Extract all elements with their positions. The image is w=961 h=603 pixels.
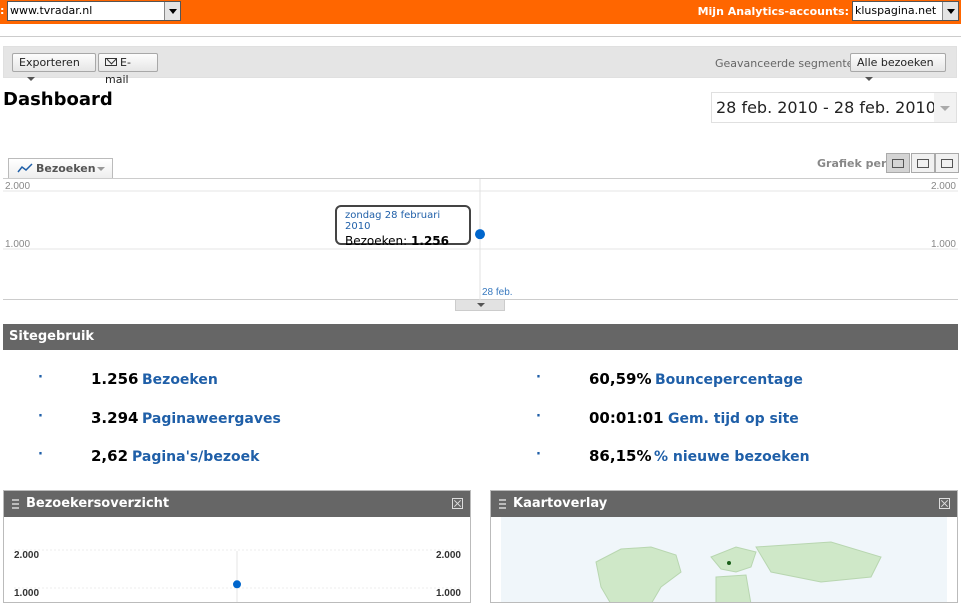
- segments-dropdown[interactable]: Alle bezoeken: [850, 53, 946, 81]
- world-map[interactable]: [501, 517, 947, 602]
- overview-mini-chart: 2.000 2.000 1.000 1.000: [14, 549, 462, 602]
- x-tick-label: 28 feb.: [482, 287, 513, 298]
- visits-chart: 2.000 2.000 1.000 1.000 28 feb.: [3, 178, 958, 301]
- widget-map-overlay: Kaartoverlay: [490, 490, 958, 603]
- metric-selector-tab[interactable]: Bezoeken: [8, 158, 113, 178]
- site-select[interactable]: www.tvradar.nl: [7, 1, 181, 21]
- europe-shape: [710, 546, 757, 573]
- graph-by-month-button[interactable]: [935, 153, 959, 173]
- y-tick-right: 2.000: [931, 181, 956, 192]
- stat-bullet: ·: [536, 447, 541, 462]
- map-marker: [727, 561, 731, 565]
- widget-title: Bezoekersoverzicht: [26, 496, 170, 511]
- north-america-shape: [595, 546, 682, 602]
- calendar-day-icon: [892, 159, 904, 168]
- visits-chart-svg: 2.000 2.000 1.000 1.000 28 feb.: [3, 179, 958, 301]
- y-tick-left: 2.000: [5, 181, 30, 192]
- y-tick-left: 1.000: [14, 588, 39, 599]
- stat-value: 3.294: [91, 409, 139, 427]
- widget-header[interactable]: Bezoekersoverzicht: [4, 491, 470, 517]
- account-select[interactable]: kluspagina.net: [852, 1, 959, 21]
- chevron-down-icon[interactable]: [934, 93, 956, 122]
- line-chart-icon: [17, 163, 33, 173]
- widget-title: Kaartoverlay: [513, 496, 608, 511]
- tooltip-date: zondag 28 februari 2010: [345, 210, 441, 232]
- site-select-value: www.tvradar.nl: [10, 4, 93, 17]
- stat-value: 86,15%: [589, 447, 652, 465]
- widget-visitor-overview: Bezoekersoverzicht 2.000 2.000 1.000 1.000: [3, 490, 471, 603]
- chevron-down-icon[interactable]: [164, 2, 180, 20]
- stat-bullet: ·: [536, 370, 541, 385]
- stat-label-link[interactable]: Bezoeken: [142, 372, 218, 388]
- chevron-down-icon: [27, 77, 35, 81]
- export-label: Exporteren: [19, 56, 80, 69]
- tooltip-value-row: Bezoeken: 1.256: [345, 234, 461, 248]
- chevron-down-icon[interactable]: [942, 2, 958, 20]
- stat-label-link[interactable]: Paginaweergaves: [142, 411, 281, 427]
- stat-value: 00:01:01: [589, 409, 664, 427]
- stat-bullet: ·: [38, 409, 43, 424]
- africa-shape: [715, 574, 752, 602]
- chevron-down-icon: [97, 167, 105, 171]
- email-button[interactable]: E-mail: [98, 53, 158, 86]
- collapse-chart-handle[interactable]: [455, 300, 505, 311]
- drag-handle-icon[interactable]: [12, 499, 19, 509]
- close-icon[interactable]: [939, 498, 950, 509]
- site-label: :: [0, 4, 5, 17]
- asia-shape: [755, 541, 882, 583]
- y-tick-right: 1.000: [436, 588, 461, 599]
- stat-value: 60,59%: [589, 370, 652, 388]
- stat-label-link[interactable]: % nieuwe bezoeken: [654, 449, 810, 465]
- stat-bullet: ·: [38, 447, 43, 462]
- close-icon[interactable]: [452, 498, 463, 509]
- tooltip-value: 1.256: [411, 234, 449, 248]
- stat-value: 1.256: [91, 370, 139, 388]
- accounts-label: Mijn Analytics-accounts:: [697, 5, 849, 18]
- y-tick-right: 2.000: [436, 550, 461, 561]
- stat-label-link[interactable]: Gem. tijd op site: [668, 411, 799, 427]
- world-map-svg: [595, 541, 882, 602]
- toolbar: Exporteren E-mail Geavanceerde segmenten…: [3, 46, 957, 86]
- envelope-icon: [105, 58, 117, 66]
- data-point: [233, 580, 241, 589]
- stat-label-link[interactable]: Pagina's/bezoek: [132, 449, 259, 465]
- page-title: Dashboard: [3, 89, 113, 110]
- top-bar: : www.tvradar.nl Mijn Analytics-accounts…: [0, 0, 961, 24]
- stat-value: 2,62: [91, 447, 129, 465]
- export-button[interactable]: Exporteren: [12, 53, 96, 81]
- divider: [0, 36, 961, 37]
- calendar-month-icon: [941, 159, 953, 168]
- stat-bullet: ·: [38, 370, 43, 385]
- chevron-down-icon: [865, 77, 873, 81]
- account-select-value: kluspagina.net: [855, 4, 937, 17]
- y-tick-left: 2.000: [14, 550, 39, 561]
- graph-per-label: Grafiek per:: [817, 157, 891, 170]
- date-range-picker[interactable]: 28 feb. 2010 - 28 feb. 2010: [711, 92, 957, 123]
- graph-by-day-button[interactable]: [886, 153, 910, 173]
- calendar-week-icon: [917, 159, 929, 168]
- tooltip-metric: Bezoeken:: [345, 234, 408, 248]
- graph-by-week-button[interactable]: [911, 153, 935, 173]
- segments-value: Alle bezoeken: [857, 56, 934, 69]
- metric-tab-label: Bezoeken: [36, 162, 96, 175]
- chart-tooltip: zondag 28 februari 2010 Bezoeken: 1.256: [335, 205, 471, 248]
- drag-handle-icon[interactable]: [499, 499, 506, 509]
- stat-label-link[interactable]: Bouncepercentage: [655, 372, 803, 388]
- section-title-sitegebruik: Sitegebruik: [3, 324, 958, 350]
- y-tick-right: 1.000: [931, 239, 956, 250]
- widget-header[interactable]: Kaartoverlay: [491, 491, 957, 517]
- y-tick-left: 1.000: [5, 239, 30, 250]
- date-range-value: 28 feb. 2010 - 28 feb. 2010: [716, 98, 936, 117]
- segments-label: Geavanceerde segmenten:: [715, 57, 865, 70]
- data-point: [475, 229, 485, 240]
- stat-bullet: ·: [536, 409, 541, 424]
